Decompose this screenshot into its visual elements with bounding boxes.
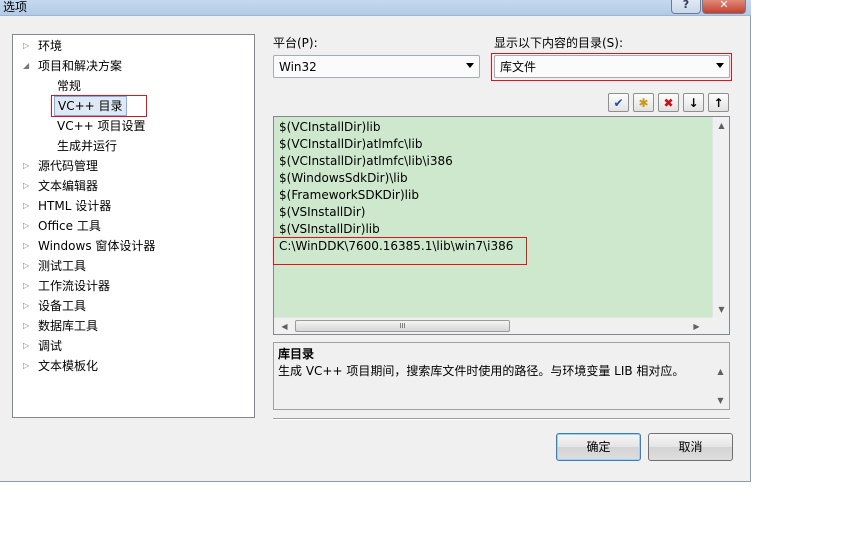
tree-item-device-tools[interactable]: ▷ 设备工具 [13, 296, 89, 316]
directory-entry[interactable]: $(FrameworkSDKDir)lib [279, 187, 419, 204]
scroll-left-icon[interactable]: ◀ [276, 318, 293, 334]
tree-item-text-templating[interactable]: ▷ 文本模板化 [13, 356, 101, 376]
directory-entry[interactable]: $(WindowsSdkDir)\lib [279, 170, 408, 187]
directory-entry[interactable]: $(VSInstallDir)lib [279, 221, 380, 238]
scroll-right-icon[interactable]: ▶ [688, 318, 705, 334]
new-folder-icon[interactable]: ✱ [633, 93, 654, 112]
expand-arrow-icon[interactable]: ▷ [23, 276, 33, 296]
scroll-down-icon[interactable]: ▼ [713, 301, 729, 318]
directory-entry[interactable]: C:\WinDDK\7600.16385.1\lib\win7\i386 [279, 238, 513, 255]
description-text: 生成 VC++ 项目期间，搜索库文件时使用的路径。与环境变量 LIB 相对应。 [278, 364, 685, 378]
directory-entry[interactable]: $(VCInstallDir)atlmfc\lib\i386 [279, 153, 453, 170]
directory-entry[interactable]: $(VSInstallDir) [279, 204, 365, 221]
tree-item-vc-project-settings[interactable]: VC++ 项目设置 [13, 116, 149, 136]
tree-item-label: VC++ 项目设置 [57, 119, 146, 133]
tree-item-source-control[interactable]: ▷ 源代码管理 [13, 156, 101, 176]
tree-item-label: 数据库工具 [38, 319, 99, 333]
horizontal-scrollbar[interactable]: ◀ III ▶ [274, 317, 713, 334]
platform-value: Win32 [279, 60, 317, 74]
move-down-icon[interactable]: ↓ [683, 93, 704, 112]
expand-arrow-icon[interactable]: ▷ [23, 356, 33, 376]
platform-dropdown[interactable]: Win32 [273, 55, 480, 78]
expand-arrow-icon[interactable]: ▷ [23, 296, 33, 316]
cancel-button[interactable]: 取消 [648, 433, 733, 461]
directory-entry[interactable]: $(VCInstallDir)lib [279, 119, 381, 136]
tree-item-label: 工作流设计器 [38, 279, 111, 293]
tree-item-text-editor[interactable]: ▷ 文本编辑器 [13, 176, 101, 196]
description-title: 库目录 [278, 347, 315, 361]
separator [273, 418, 730, 420]
help-button[interactable]: ? [671, 0, 701, 14]
tree-item-label: 源代码管理 [38, 159, 99, 173]
tree-item-label: VC++ 目录 [54, 96, 127, 116]
ok-button[interactable]: 确定 [556, 433, 641, 461]
scroll-down-icon[interactable]: ▼ [712, 392, 729, 409]
tree-item-label: 常规 [57, 79, 82, 93]
tree-item-windows-forms-designer[interactable]: ▷ Windows 窗体设计器 [13, 236, 158, 256]
tree-item-debugging[interactable]: ▷ 调试 [13, 336, 65, 356]
tree-item-general[interactable]: 常规 [13, 76, 84, 96]
tree-item-label: 测试工具 [38, 259, 87, 273]
tree-item-label: 文本编辑器 [38, 179, 99, 193]
directory-list[interactable]: $(VCInstallDir)lib $(VCInstallDir)atlmfc… [273, 116, 730, 335]
expand-arrow-icon[interactable]: ▷ [23, 156, 33, 176]
scroll-up-icon[interactable]: ▲ [712, 363, 729, 380]
dropdown-arrow-icon [716, 63, 724, 68]
tree-item-workflow-designer[interactable]: ▷ 工作流设计器 [13, 276, 113, 296]
show-directories-value: 库文件 [500, 60, 537, 74]
vertical-scrollbar[interactable]: ▲ ▼ [712, 117, 729, 318]
expand-arrow-icon[interactable]: ▷ [23, 336, 33, 356]
tree-item-test-tools[interactable]: ▷ 测试工具 [13, 256, 89, 276]
expand-arrow-icon[interactable]: ▷ [23, 216, 33, 236]
description-panel: 库目录 生成 VC++ 项目期间，搜索库文件时使用的路径。与环境变量 LIB 相… [273, 342, 730, 410]
show-directories-dropdown[interactable]: 库文件 [494, 55, 730, 78]
expand-arrow-icon[interactable]: ▷ [23, 256, 33, 276]
tree-item-label: 环境 [38, 39, 63, 53]
tree-item-label: Windows 窗体设计器 [38, 239, 156, 253]
options-tree[interactable]: ▷ 环境 ◢ 项目和解决方案 常规 VC++ 目录 VC++ 项目设置 生成并运… [12, 34, 255, 418]
platform-label: 平台(P): [273, 36, 318, 50]
collapse-arrow-icon[interactable]: ◢ [23, 56, 33, 76]
tree-item-build-and-run[interactable]: 生成并运行 [13, 136, 120, 156]
expand-arrow-icon[interactable]: ▷ [23, 196, 33, 216]
tree-item-label: HTML 设计器 [38, 199, 112, 213]
title-bar[interactable]: 选项 ? ✕ [0, 0, 751, 16]
tree-item-environment[interactable]: ▷ 环境 [13, 36, 65, 56]
tree-item-html-designer[interactable]: ▷ HTML 设计器 [13, 196, 114, 216]
expand-arrow-icon[interactable]: ▷ [23, 316, 33, 336]
scroll-up-icon[interactable]: ▲ [713, 117, 729, 134]
close-button[interactable]: ✕ [702, 0, 746, 14]
tree-item-label: 生成并运行 [57, 139, 118, 153]
description-scrollbar[interactable]: ▲ ▼ [712, 343, 729, 409]
dropdown-arrow-icon [466, 63, 474, 68]
delete-icon[interactable]: ✖ [658, 93, 679, 112]
tree-item-label: Office 工具 [38, 219, 101, 233]
expand-arrow-icon[interactable]: ▷ [23, 236, 33, 256]
show-directories-label: 显示以下内容的目录(S): [494, 36, 624, 50]
tree-item-label: 项目和解决方案 [38, 59, 123, 73]
expand-arrow-icon[interactable]: ▷ [23, 176, 33, 196]
directory-entry[interactable]: $(VCInstallDir)atlmfc\lib [279, 136, 422, 153]
check-icon[interactable]: ✔ [608, 93, 629, 112]
expand-arrow-icon[interactable]: ▷ [23, 36, 33, 56]
move-up-icon[interactable]: ↑ [708, 93, 729, 112]
tree-item-label: 设备工具 [38, 299, 87, 313]
tree-item-label: 调试 [38, 339, 63, 353]
tree-item-label: 文本模板化 [38, 359, 99, 373]
scrollbar-corner [712, 317, 729, 334]
tree-item-office-tools[interactable]: ▷ Office 工具 [13, 216, 104, 236]
horizontal-scroll-thumb[interactable]: III [295, 320, 510, 332]
options-dialog: 选项 ? ✕ ▷ 环境 ◢ 项目和解决方案 常规 VC++ 目录 VC++ 项目… [0, 0, 751, 482]
tree-item-database-tools[interactable]: ▷ 数据库工具 [13, 316, 101, 336]
tree-item-projects-solutions[interactable]: ◢ 项目和解决方案 [13, 56, 125, 76]
window-title: 选项 [3, 0, 28, 14]
tree-item-vc-directories[interactable]: VC++ 目录 [13, 96, 127, 116]
